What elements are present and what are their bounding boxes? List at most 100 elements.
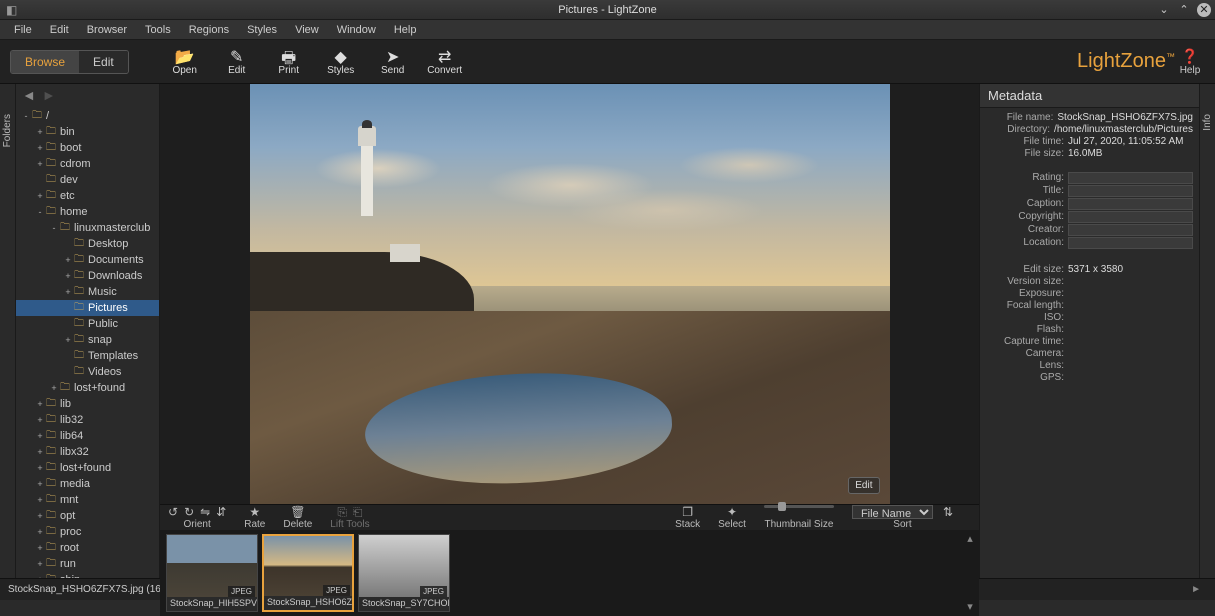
minimize-button[interactable]: ⌄ bbox=[1157, 3, 1171, 17]
flip-h-icon[interactable]: ⇋ bbox=[200, 505, 210, 519]
sort-dir-icon[interactable]: ⇅ bbox=[943, 505, 953, 519]
expand-icon[interactable]: - bbox=[48, 223, 60, 233]
expand-icon[interactable]: + bbox=[34, 399, 46, 409]
folder-proc[interactable]: +🗀proc bbox=[16, 524, 159, 540]
expand-icon[interactable]: + bbox=[34, 127, 46, 137]
folder-music[interactable]: +🗀Music bbox=[16, 284, 159, 300]
expand-icon[interactable]: + bbox=[62, 335, 74, 345]
folder-linuxmasterclub[interactable]: -🗀linuxmasterclub bbox=[16, 220, 159, 236]
thumbnail[interactable]: JPEGStockSnap_HIH5SPV3... bbox=[166, 534, 258, 612]
sort-select[interactable]: File Name bbox=[852, 505, 933, 519]
folder-etc[interactable]: +🗀etc bbox=[16, 188, 159, 204]
folder-lostfound[interactable]: +🗀lost+found bbox=[16, 380, 159, 396]
folder-desktop[interactable]: 🗀Desktop bbox=[16, 236, 159, 252]
meta-input[interactable] bbox=[1068, 237, 1193, 249]
folder-lib[interactable]: +🗀lib bbox=[16, 396, 159, 412]
status-next-button[interactable]: ► bbox=[1185, 584, 1207, 595]
thumbnail[interactable]: JPEGStockSnap_SY7CHOL... bbox=[358, 534, 450, 612]
expand-icon[interactable]: - bbox=[34, 207, 46, 217]
send-button[interactable]: ➤Send bbox=[367, 47, 419, 76]
help-button[interactable]: ❓ Help bbox=[1175, 48, 1205, 76]
thumb-size-slider[interactable] bbox=[764, 505, 834, 508]
expand-icon[interactable]: + bbox=[34, 527, 46, 537]
meta-input[interactable] bbox=[1068, 172, 1193, 184]
meta-input[interactable] bbox=[1068, 198, 1193, 210]
expand-icon[interactable]: + bbox=[34, 479, 46, 489]
edit-overlay-button[interactable]: Edit bbox=[848, 477, 879, 494]
expand-icon[interactable]: + bbox=[34, 559, 46, 569]
menu-help[interactable]: Help bbox=[386, 22, 425, 38]
folder-videos[interactable]: 🗀Videos bbox=[16, 364, 159, 380]
folders-tab[interactable]: Folders bbox=[0, 84, 16, 578]
folder-lostfound[interactable]: +🗀lost+found bbox=[16, 460, 159, 476]
star-icon[interactable]: ★ bbox=[249, 505, 260, 519]
copy-icon[interactable]: ⎘ bbox=[337, 505, 347, 519]
menu-tools[interactable]: Tools bbox=[137, 22, 179, 38]
meta-input[interactable] bbox=[1068, 185, 1193, 197]
wand-icon[interactable]: ✦ bbox=[727, 505, 737, 519]
folder-templates[interactable]: 🗀Templates bbox=[16, 348, 159, 364]
folder-snap[interactable]: +🗀snap bbox=[16, 332, 159, 348]
folder-[interactable]: -🗀/ bbox=[16, 108, 159, 124]
thumbnail[interactable]: JPEGStockSnap_HSHO6ZF... bbox=[262, 534, 354, 612]
folder-mnt[interactable]: +🗀mnt bbox=[16, 492, 159, 508]
folder-boot[interactable]: +🗀boot bbox=[16, 140, 159, 156]
image-preview[interactable]: Edit bbox=[160, 84, 979, 504]
nav-forward-button[interactable]: ► bbox=[42, 87, 56, 103]
nav-back-button[interactable]: ◄ bbox=[22, 87, 36, 103]
expand-icon[interactable]: + bbox=[48, 383, 60, 393]
expand-icon[interactable]: + bbox=[34, 575, 46, 578]
expand-icon[interactable]: + bbox=[34, 143, 46, 153]
expand-icon[interactable]: + bbox=[62, 271, 74, 281]
folder-bin[interactable]: +🗀bin bbox=[16, 124, 159, 140]
expand-icon[interactable]: + bbox=[62, 255, 74, 265]
folder-home[interactable]: -🗀home bbox=[16, 204, 159, 220]
folder-pictures[interactable]: 🗀Pictures bbox=[16, 300, 159, 316]
menu-regions[interactable]: Regions bbox=[181, 22, 237, 38]
menu-browser[interactable]: Browser bbox=[79, 22, 135, 38]
menu-file[interactable]: File bbox=[6, 22, 40, 38]
edit-button[interactable]: ✎Edit bbox=[211, 47, 263, 76]
meta-input[interactable] bbox=[1068, 211, 1193, 223]
close-button[interactable]: ✕ bbox=[1197, 3, 1211, 17]
rotate-ccw-icon[interactable]: ↺ bbox=[168, 505, 178, 519]
maximize-button[interactable]: ⌃ bbox=[1177, 3, 1191, 17]
folder-sbin[interactable]: +🗀sbin bbox=[16, 572, 159, 578]
menu-view[interactable]: View bbox=[287, 22, 327, 38]
expand-icon[interactable]: + bbox=[62, 287, 74, 297]
rotate-cw-icon[interactable]: ↻ bbox=[184, 505, 194, 519]
folder-lib64[interactable]: +🗀lib64 bbox=[16, 428, 159, 444]
expand-icon[interactable]: + bbox=[34, 447, 46, 457]
folder-dev[interactable]: 🗀dev bbox=[16, 172, 159, 188]
folder-libx32[interactable]: +🗀libx32 bbox=[16, 444, 159, 460]
expand-icon[interactable]: + bbox=[34, 543, 46, 553]
folder-opt[interactable]: +🗀opt bbox=[16, 508, 159, 524]
paste-icon[interactable]: ⎗ bbox=[353, 505, 363, 519]
folder-lib32[interactable]: +🗀lib32 bbox=[16, 412, 159, 428]
thumb-scroll-up[interactable]: ▴ bbox=[963, 532, 977, 546]
edit-mode-button[interactable]: Edit bbox=[79, 51, 128, 73]
folder-media[interactable]: +🗀media bbox=[16, 476, 159, 492]
trash-icon[interactable]: 🗑 bbox=[290, 505, 305, 519]
expand-icon[interactable]: + bbox=[34, 191, 46, 201]
menu-styles[interactable]: Styles bbox=[239, 22, 285, 38]
folder-run[interactable]: +🗀run bbox=[16, 556, 159, 572]
folder-cdrom[interactable]: +🗀cdrom bbox=[16, 156, 159, 172]
stack-icon[interactable]: ❐ bbox=[682, 505, 693, 519]
folder-downloads[interactable]: +🗀Downloads bbox=[16, 268, 159, 284]
expand-icon[interactable]: + bbox=[34, 159, 46, 169]
info-tab[interactable]: Info bbox=[1199, 84, 1215, 578]
meta-input[interactable] bbox=[1068, 224, 1193, 236]
styles-button[interactable]: ◆Styles bbox=[315, 47, 367, 76]
flip-v-icon[interactable]: ⇵ bbox=[216, 505, 226, 519]
folder-documents[interactable]: +🗀Documents bbox=[16, 252, 159, 268]
expand-icon[interactable]: + bbox=[34, 415, 46, 425]
expand-icon[interactable]: + bbox=[34, 511, 46, 521]
print-button[interactable]: 🖶Print bbox=[263, 47, 315, 76]
expand-icon[interactable]: + bbox=[34, 495, 46, 505]
thumb-scroll-down[interactable]: ▾ bbox=[963, 600, 977, 614]
open-button[interactable]: 📂Open bbox=[159, 47, 211, 76]
folder-public[interactable]: 🗀Public bbox=[16, 316, 159, 332]
convert-button[interactable]: ⇄Convert bbox=[419, 47, 471, 76]
folder-root[interactable]: +🗀root bbox=[16, 540, 159, 556]
